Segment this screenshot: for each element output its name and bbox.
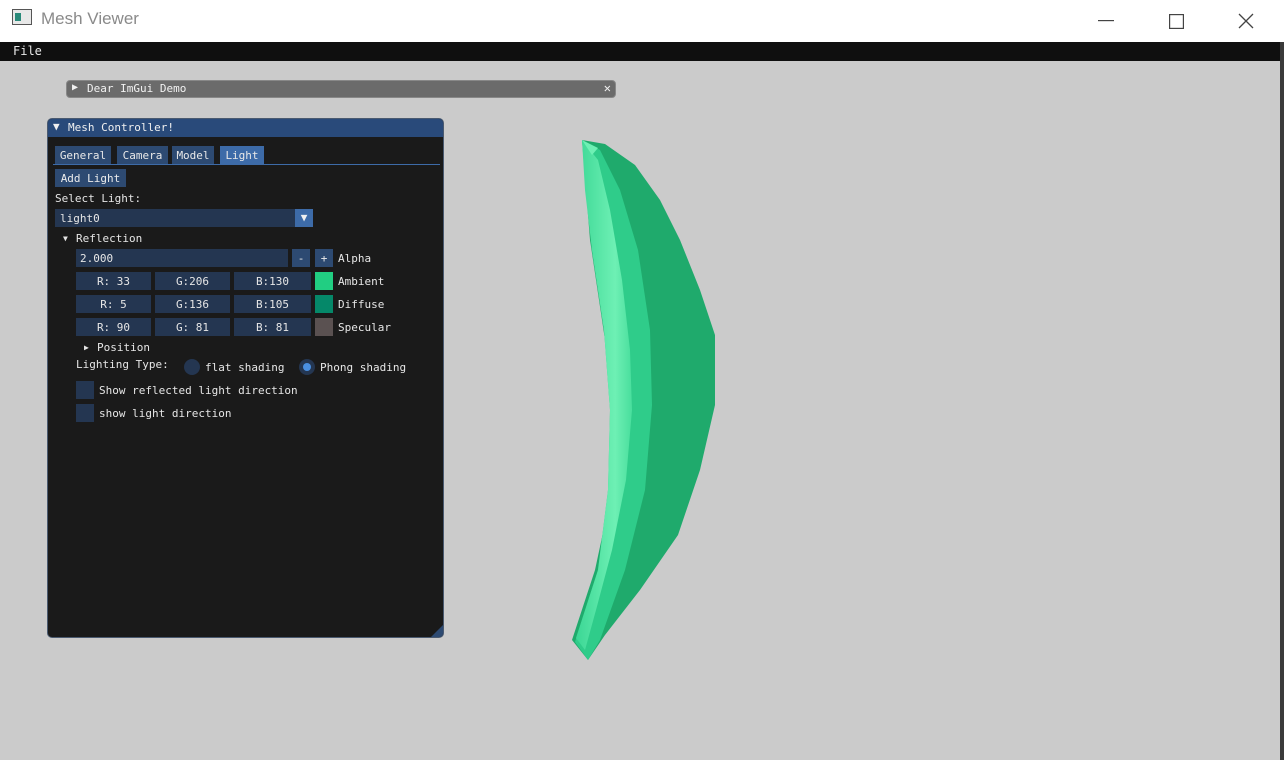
diffuse-g-input[interactable]: G:136 (155, 295, 230, 313)
add-light-button[interactable]: Add Light (55, 169, 126, 187)
alpha-label: Alpha (338, 252, 372, 265)
show-light-checkbox[interactable] (76, 404, 94, 422)
phong-shading-radio[interactable] (299, 359, 315, 375)
position-header[interactable]: Position (97, 341, 150, 354)
resize-grip[interactable] (431, 625, 443, 637)
flat-shading-label[interactable]: flat shading (205, 361, 284, 374)
window-edge (1280, 42, 1284, 760)
menu-file[interactable]: File (13, 44, 42, 58)
specular-b-input[interactable]: B: 81 (234, 318, 311, 336)
maximize-icon (1168, 13, 1184, 29)
ambient-color-swatch[interactable] (315, 272, 333, 290)
alpha-increment-button[interactable]: + (315, 249, 333, 267)
panel-title: Mesh Controller! (68, 121, 174, 134)
tab-general[interactable]: General (55, 146, 111, 164)
reflection-header[interactable]: Reflection (76, 232, 142, 245)
demo-close-icon[interactable]: ✕ (604, 81, 611, 95)
mesh-controller-panel: ▼ Mesh Controller! General Camera Model … (47, 118, 444, 638)
show-reflected-label[interactable]: Show reflected light direction (99, 384, 298, 397)
tab-camera[interactable]: Camera (117, 146, 168, 164)
specular-color-swatch[interactable] (315, 318, 333, 336)
alpha-input[interactable]: 2.000 (76, 249, 288, 267)
specular-label: Specular (338, 321, 391, 334)
flat-shading-radio[interactable] (184, 359, 200, 375)
tab-light[interactable]: Light (220, 146, 264, 164)
maximize-button[interactable] (1141, 0, 1211, 42)
position-arrow-icon[interactable]: ▶ (84, 343, 89, 352)
lighting-type-label: Lighting Type: (76, 358, 169, 371)
panel-header[interactable]: ▼ Mesh Controller! (48, 119, 443, 137)
collapse-arrow-icon[interactable]: ▼ (53, 120, 60, 133)
window-titlebar: Mesh Viewer (0, 0, 1284, 42)
specular-g-input[interactable]: G: 81 (155, 318, 230, 336)
reflection-arrow-icon[interactable]: ▼ (63, 234, 68, 243)
chevron-down-icon[interactable]: ▼ (295, 209, 313, 227)
demo-window-collapsed[interactable]: ▶ Dear ImGui Demo ✕ (66, 80, 616, 98)
app-icon (12, 9, 32, 25)
ambient-g-input[interactable]: G:206 (155, 272, 230, 290)
ambient-b-input[interactable]: B:130 (234, 272, 311, 290)
close-icon (1238, 13, 1254, 29)
diffuse-color-swatch[interactable] (315, 295, 333, 313)
light-select[interactable]: light0 ▼ (55, 209, 313, 227)
window-title: Mesh Viewer (41, 9, 139, 28)
ambient-label: Ambient (338, 275, 385, 288)
ambient-r-input[interactable]: R: 33 (76, 272, 151, 290)
specular-r-input[interactable]: R: 90 (76, 318, 151, 336)
diffuse-label: Diffuse (338, 298, 385, 311)
select-light-label: Select Light: (55, 192, 142, 205)
tab-model[interactable]: Model (172, 146, 214, 164)
diffuse-b-input[interactable]: B:105 (234, 295, 311, 313)
minimize-button[interactable] (1071, 0, 1141, 42)
expand-arrow-icon[interactable]: ▶ (72, 82, 78, 93)
close-button[interactable] (1211, 0, 1281, 42)
light-select-value: light0 (60, 212, 100, 225)
mesh-render (572, 140, 715, 660)
diffuse-r-input[interactable]: R: 5 (76, 295, 151, 313)
phong-shading-label[interactable]: Phong shading (320, 361, 406, 374)
show-reflected-checkbox[interactable] (76, 381, 94, 399)
tab-underline (53, 164, 440, 165)
menu-bar: File (0, 42, 1280, 61)
demo-window-title: Dear ImGui Demo (87, 82, 187, 95)
show-light-label[interactable]: show light direction (99, 407, 231, 420)
alpha-decrement-button[interactable]: - (292, 249, 310, 267)
minimize-icon (1098, 20, 1114, 22)
